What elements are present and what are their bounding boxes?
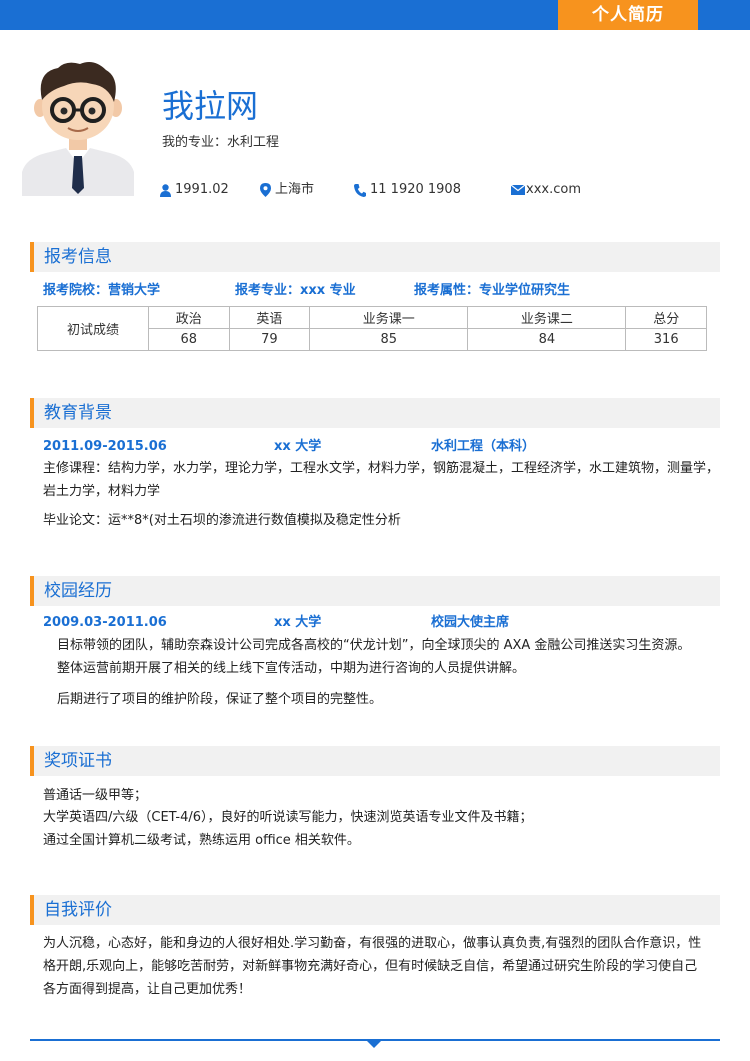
section-title-campus: 校园经历: [44, 581, 112, 601]
score-table: 初试成绩 政治 英语 业务课一 业务课二 总分 68 79 85 84 316: [37, 306, 707, 351]
campus-line2: 整体运营前期开展了相关的线上线下宣传活动，中期为进行咨询的人员提供讲解。: [57, 661, 526, 676]
city-info: 上海市: [260, 181, 314, 199]
awards-line3: 通过全国计算机二级考试，熟练运用 office 相关软件。: [43, 833, 360, 848]
score-cell: 79: [228, 328, 311, 351]
self-line1: 为人沉稳，心态好，能和身边的人很好相处.学习勤奋，有很强的进取心，做事认真负责,…: [43, 936, 702, 951]
birth-date: 1991.02: [175, 182, 229, 197]
phone: 11 1920 1908: [370, 182, 461, 197]
awards-line1: 普通话一级甲等；: [43, 788, 148, 803]
education-degree: 水利工程（本科）: [431, 439, 536, 454]
section-accent-bar: [30, 398, 34, 428]
campus-line3: 后期进行了项目的维护阶段，保证了整个项目的完整性。: [57, 692, 383, 707]
subject-header: 业务课二: [467, 306, 627, 329]
awards-line2: 大学英语四/六级（CET-4/6），良好的听说读写能力，快速浏览英语专业文件及书…: [43, 810, 533, 825]
apply-major: 报考专业：xxx 专业: [235, 283, 356, 298]
phone-icon: [354, 183, 366, 197]
apply-school: 报考院校：营销大学: [43, 283, 161, 298]
section-title-self: 自我评价: [44, 900, 112, 920]
subject-header: 总分: [625, 306, 707, 329]
section-accent-bar: [30, 895, 34, 925]
section-header-campus: 校园经历: [30, 576, 720, 606]
campus-role: 校园大使主席: [431, 615, 510, 630]
score-row-label: 初试成绩: [37, 306, 149, 351]
section-title-education: 教育背景: [44, 403, 112, 423]
score-cell: 85: [309, 328, 469, 351]
campus-line1: 目标带领的团队，辅助奈森设计公司完成各高校的“伏龙计划”，向全球顶尖的 AXA …: [57, 638, 691, 653]
self-line3: 各方面得到提高，让自己更加优秀！: [43, 982, 252, 997]
section-header-awards: 奖项证书: [30, 746, 720, 776]
education-school: xx 大学: [274, 439, 322, 454]
section-header-apply: 报考信息: [30, 242, 720, 272]
phone-info: 11 1920 1908: [354, 181, 461, 199]
self-line2: 格开朗,乐观向上，能够吃苦耐劳，对新鲜事物充满好奇心，但有时候缺乏自信，希望通过…: [43, 959, 698, 974]
subject-header: 业务课一: [309, 306, 469, 329]
score-cell: 84: [467, 328, 627, 351]
footer-triangle-icon: [367, 1041, 381, 1048]
subject-header: 政治: [148, 306, 230, 329]
resume-tag: 个人简历: [558, 0, 698, 30]
education-thesis: 毕业论文：运**8*(对土石坝的渗流进行数值模拟及稳定性分析: [43, 513, 401, 528]
section-accent-bar: [30, 746, 34, 776]
applicant-name: 我拉网: [162, 87, 259, 125]
avatar: [22, 62, 134, 196]
section-header-education: 教育背景: [30, 398, 720, 428]
birth-info: 1991.02: [160, 181, 229, 199]
apply-type: 报考属性：专业学位研究生: [414, 283, 571, 298]
education-period: 2011.09-2015.06: [43, 439, 167, 454]
education-courses-line1: 主修课程：结构力学，水力学，理论力学，工程水文学，材料力学，钢筋混凝土，工程经济…: [43, 461, 720, 476]
section-title-apply: 报考信息: [44, 247, 112, 267]
education-courses-line2: 岩土力学，材料力学: [43, 484, 161, 499]
location-pin-icon: [260, 183, 271, 197]
email-icon: [511, 185, 525, 195]
section-title-awards: 奖项证书: [44, 751, 112, 771]
applicant-major: 我的专业：水利工程: [162, 135, 280, 150]
section-header-self: 自我评价: [30, 895, 720, 925]
subject-header: 英语: [228, 306, 311, 329]
score-cell: 316: [625, 328, 707, 351]
section-accent-bar: [30, 242, 34, 272]
section-accent-bar: [30, 576, 34, 606]
city: 上海市: [275, 182, 315, 197]
score-cell: 68: [148, 328, 230, 351]
email: xxx.com: [526, 182, 581, 197]
campus-period: 2009.03-2011.06: [43, 615, 167, 630]
person-icon: [160, 183, 171, 197]
email-info: xxx.com: [511, 181, 581, 199]
campus-school: xx 大学: [274, 615, 322, 630]
